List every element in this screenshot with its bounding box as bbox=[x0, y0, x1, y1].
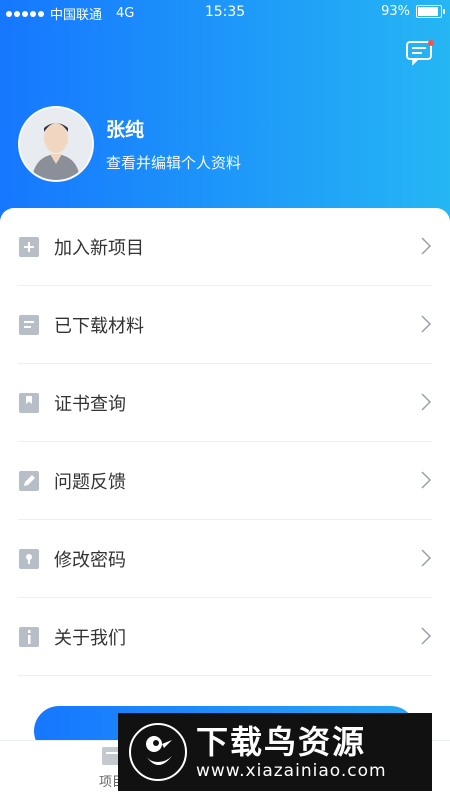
document-icon bbox=[19, 314, 39, 335]
watermark-url: www.xiazainiao.com bbox=[196, 761, 387, 781]
chevron-right-icon bbox=[421, 393, 432, 411]
chevron-right-icon bbox=[421, 549, 432, 567]
menu-label: 问题反馈 bbox=[54, 471, 126, 493]
menu-item-change-password[interactable]: 修改密码 bbox=[18, 520, 432, 598]
menu-label: 证书查询 bbox=[54, 393, 126, 415]
menu-item-certificate[interactable]: 证书查询 bbox=[18, 364, 432, 442]
info-icon bbox=[19, 626, 39, 647]
battery-icon bbox=[416, 5, 445, 18]
bird-logo-icon bbox=[129, 723, 187, 781]
lock-icon bbox=[19, 548, 39, 569]
menu-item-about[interactable]: 关于我们 bbox=[18, 598, 432, 676]
watermark-title: 下载鸟资源 bbox=[196, 723, 367, 761]
status-bar: 中国联通 4G 15:35 93% bbox=[0, 0, 450, 26]
chevron-right-icon bbox=[421, 471, 432, 489]
menu-label: 加入新项目 bbox=[54, 237, 144, 259]
menu-item-feedback[interactable]: 问题反馈 bbox=[18, 442, 432, 520]
profile-block[interactable]: 张纯 查看并编辑个人资料 bbox=[18, 106, 241, 182]
menu-item-join-project[interactable]: 加入新项目 bbox=[18, 208, 432, 286]
menu-label: 已下载材料 bbox=[54, 315, 144, 337]
user-name: 张纯 bbox=[106, 119, 145, 141]
chevron-right-icon bbox=[421, 237, 432, 255]
avatar[interactable] bbox=[18, 106, 94, 182]
edit-profile-link[interactable]: 查看并编辑个人资料 bbox=[106, 152, 241, 173]
edit-icon bbox=[19, 470, 39, 491]
menu-item-downloaded[interactable]: 已下载材料 bbox=[18, 286, 432, 364]
watermark-banner: 下载鸟资源 www.xiazainiao.com bbox=[118, 713, 432, 791]
chevron-right-icon bbox=[421, 315, 432, 333]
message-icon[interactable] bbox=[404, 38, 436, 66]
user-avatar-icon bbox=[20, 108, 92, 180]
menu-label: 修改密码 bbox=[54, 549, 126, 571]
add-file-icon bbox=[19, 236, 39, 257]
settings-menu: 加入新项目 已下载材料 证书查询 问题反馈 修改密码 关于我们 bbox=[0, 208, 450, 676]
menu-label: 关于我们 bbox=[54, 627, 126, 649]
chevron-right-icon bbox=[421, 627, 432, 645]
bookmark-icon bbox=[19, 392, 39, 413]
battery-percent: 93% bbox=[381, 4, 410, 19]
